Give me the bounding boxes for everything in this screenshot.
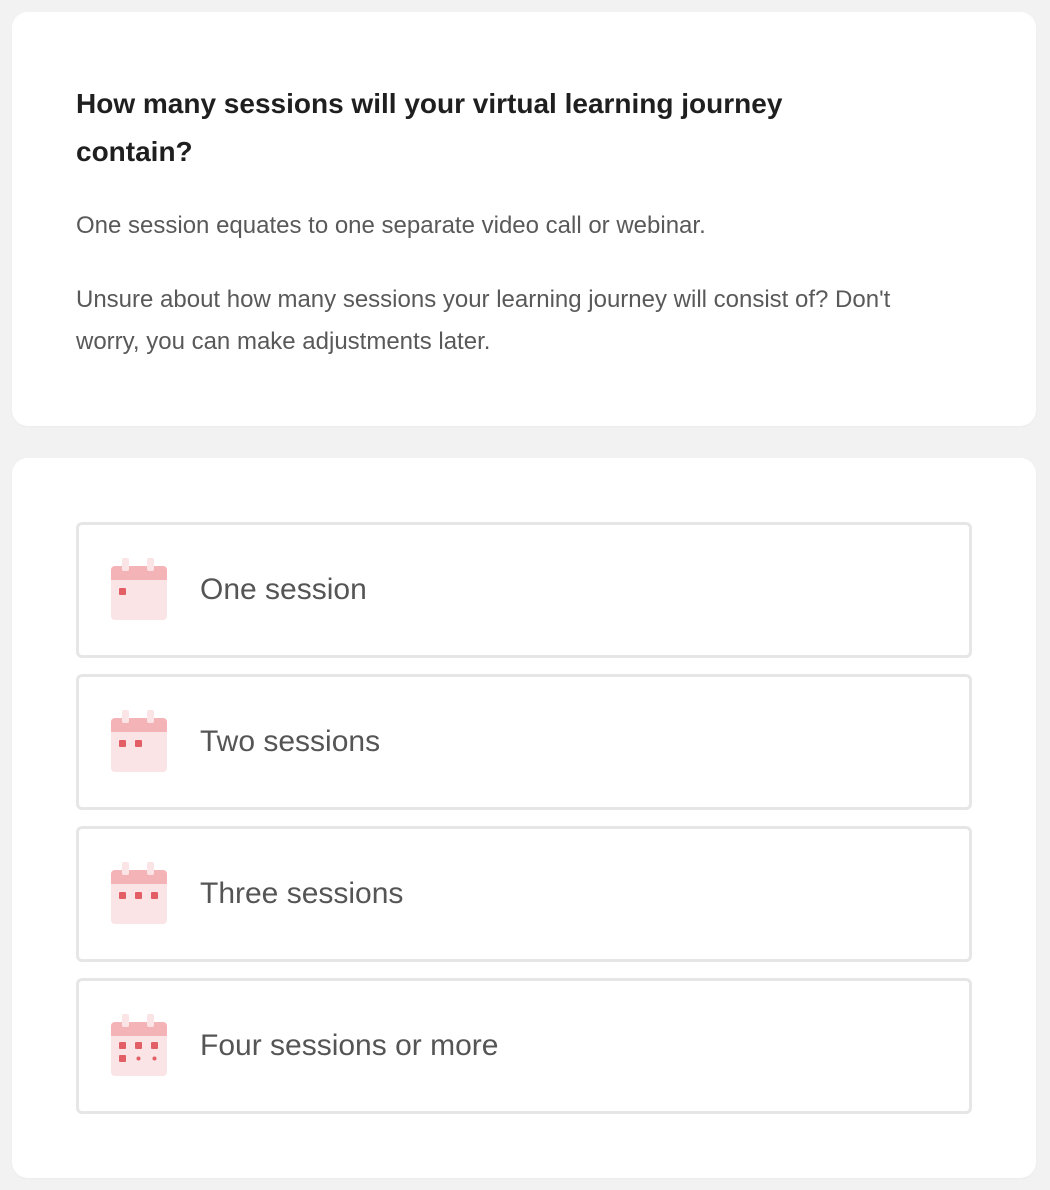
- session-definition-text: One session equates to one separate vide…: [76, 212, 706, 239]
- option-label: Three sessions: [200, 877, 404, 910]
- option-two-sessions[interactable]: Two sessions: [76, 674, 972, 810]
- calendar-four-plus-icon: [111, 1014, 167, 1076]
- option-label: Four sessions or more: [200, 1029, 499, 1062]
- option-four-or-more-sessions[interactable]: Four sessions or more: [76, 978, 972, 1114]
- option-three-sessions[interactable]: Three sessions: [76, 826, 972, 962]
- option-label: One session: [200, 573, 367, 606]
- question-heading: How many sessions will your virtual lear…: [76, 88, 783, 167]
- option-one-session[interactable]: One session: [76, 522, 972, 658]
- intro-card: How many sessions will your virtual lear…: [12, 12, 1036, 426]
- adjustment-note-text: Unsure about how many sessions your lear…: [76, 286, 891, 355]
- option-label: Two sessions: [200, 725, 381, 758]
- calendar-two-icon: [111, 710, 167, 772]
- calendar-three-icon: [111, 862, 167, 924]
- options-card: One session Two sessions Three sessions: [12, 458, 1036, 1178]
- calendar-one-icon: [111, 558, 167, 620]
